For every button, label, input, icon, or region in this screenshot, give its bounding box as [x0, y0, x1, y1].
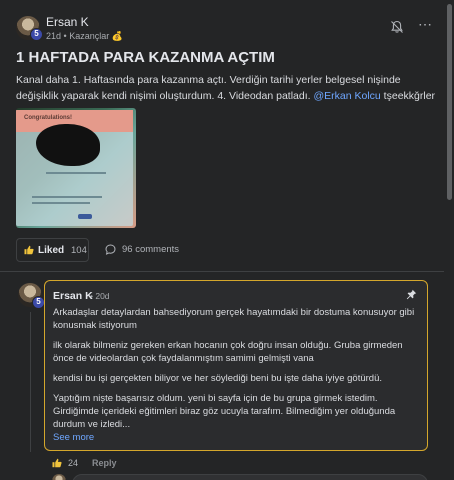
pin-icon[interactable] — [406, 289, 417, 300]
comment-upvote-count: 24 — [68, 458, 79, 468]
scrollbar-thumb[interactable] — [447, 4, 452, 200]
like-count: 104 — [71, 245, 87, 256]
comments-button[interactable]: 96 comments — [105, 238, 185, 262]
comment-paragraph: ilk olarak bilmeniz gereken erkan hocanı… — [53, 340, 403, 364]
level-badge: 5 — [30, 28, 43, 41]
post-meta: 21d • Kazançlar 💰 — [46, 31, 123, 41]
thumbs-up-icon — [24, 245, 34, 255]
see-more-link[interactable]: See more — [53, 432, 94, 443]
comment-author[interactable]: Ersan K — [53, 290, 93, 302]
scrollbar[interactable] — [444, 0, 454, 480]
reply-avatar — [52, 474, 66, 480]
more-dots-icon[interactable]: ⋯ — [418, 17, 432, 32]
post-actions: Liked 104 96 comments — [16, 238, 436, 262]
comment-paragraph: Yaptığım niște başarısız oldum. yeni bi … — [53, 393, 396, 430]
image-caption: Congratulations! — [24, 115, 72, 121]
comment-bubble-icon — [105, 244, 116, 255]
reply-button[interactable]: Reply — [92, 458, 117, 468]
post-body: Kanal daha 1. Haftasında para kazanma aç… — [16, 72, 438, 104]
post-header: 5 Ersan K 21d • Kazançlar 💰 ⋯ — [16, 14, 436, 44]
thumbs-up-icon[interactable] — [52, 458, 62, 468]
post-image[interactable]: Congratulations! — [16, 108, 136, 228]
reply-input[interactable] — [72, 474, 428, 480]
post-time: 21d — [46, 31, 62, 41]
post-title: 1 HAFTADA PARA KAZANMA AÇTIM — [16, 49, 275, 66]
comment-time: 20d — [95, 291, 110, 301]
author-name[interactable]: Ersan K — [46, 15, 89, 29]
mention-link[interactable]: @Erkan Kolcu — [313, 90, 380, 102]
comment-actions: 24 Reply — [52, 457, 252, 471]
comment-text: Arkadaşlar detaylardan bahsediyorum gerç… — [53, 306, 419, 444]
post-body-tail: tşeekkğrler — [380, 90, 436, 102]
like-label: Liked — [38, 245, 65, 256]
bell-icon[interactable] — [390, 20, 404, 34]
comments-count: 96 comments — [122, 244, 180, 255]
category-emoji: 💰 — [111, 31, 123, 41]
redacted-area — [36, 124, 100, 166]
like-button[interactable]: Liked 104 — [16, 238, 89, 262]
pinned-comment: Ersan K • 20d Arkadaşlar detaylardan bah… — [44, 280, 428, 451]
comment-paragraph: kendisi bu işi gerçekten biliyor ve her … — [53, 373, 382, 384]
image-card: Congratulations! — [16, 110, 133, 226]
post-category[interactable]: Kazançlar — [69, 31, 109, 41]
comment-paragraph: Arkadaşlar detaylardan bahsediyorum gerç… — [53, 307, 415, 331]
thread-line — [30, 312, 31, 452]
divider — [0, 271, 444, 272]
